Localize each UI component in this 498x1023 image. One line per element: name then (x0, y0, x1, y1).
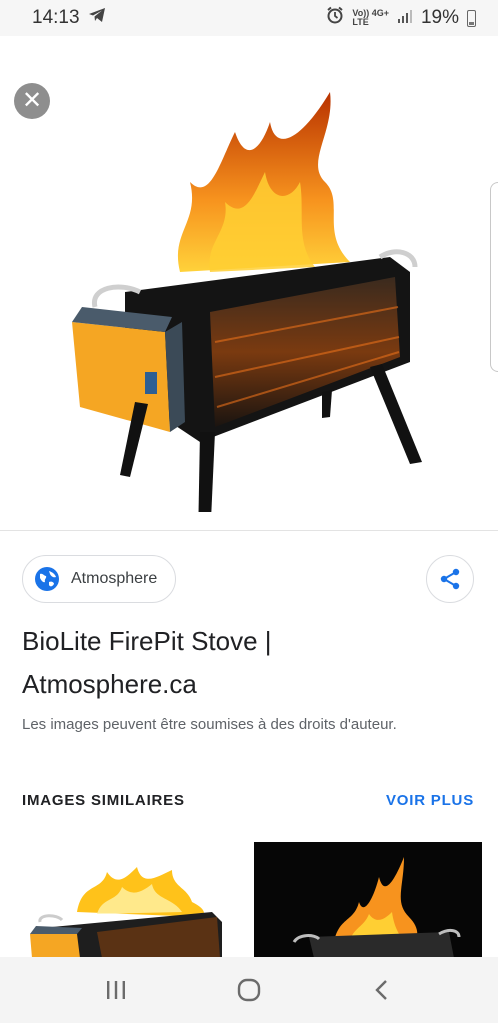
recent-apps-button[interactable] (96, 970, 136, 1010)
close-icon: ✕ (21, 87, 43, 114)
result-title-line-1: BioLite FirePit Stove | (22, 626, 272, 656)
see-more-link[interactable]: VOIR PLUS (386, 792, 474, 809)
back-icon (374, 980, 387, 1000)
home-button[interactable] (229, 970, 269, 1010)
back-button[interactable] (362, 970, 402, 1010)
divider (0, 530, 498, 531)
recent-apps-icon (107, 981, 126, 999)
similar-image-thumbnail[interactable] (22, 842, 248, 958)
globe-icon (35, 567, 59, 591)
status-bar: 14:13 Vo)) 4G+ LTE 19% (0, 0, 498, 36)
result-title[interactable]: BioLite FirePit Stove | Atmosphere.ca (22, 620, 462, 706)
result-title-line-2: Atmosphere.ca (22, 669, 197, 699)
source-chip[interactable]: Atmosphere (22, 555, 176, 603)
home-icon (237, 978, 261, 1002)
navigation-bar (0, 957, 498, 1023)
similar-image-thumbnail[interactable] (254, 842, 482, 958)
status-time: 14:13 (32, 7, 80, 28)
copyright-notice: Les images peuvent être soumises à des d… (22, 716, 397, 733)
firepit-night-thumbnail-image (292, 857, 461, 958)
firepit-thumbnail-image (30, 867, 222, 958)
battery-level: 19% (420, 7, 459, 28)
close-button[interactable]: ✕ (14, 83, 50, 119)
image-viewer: ✕ (0, 36, 498, 530)
share-button[interactable] (426, 555, 474, 603)
firepit-image[interactable] (60, 92, 430, 512)
alarm-icon (326, 6, 344, 30)
telegram-icon (88, 7, 106, 29)
side-panel-handle[interactable] (490, 182, 498, 372)
battery-icon (467, 9, 476, 27)
network-type: Vo)) 4G+ LTE (352, 8, 389, 27)
signal-icon (397, 7, 413, 29)
source-name: Atmosphere (71, 570, 158, 587)
share-icon (440, 568, 460, 590)
similar-images-heading: IMAGES SIMILAIRES (22, 792, 185, 809)
